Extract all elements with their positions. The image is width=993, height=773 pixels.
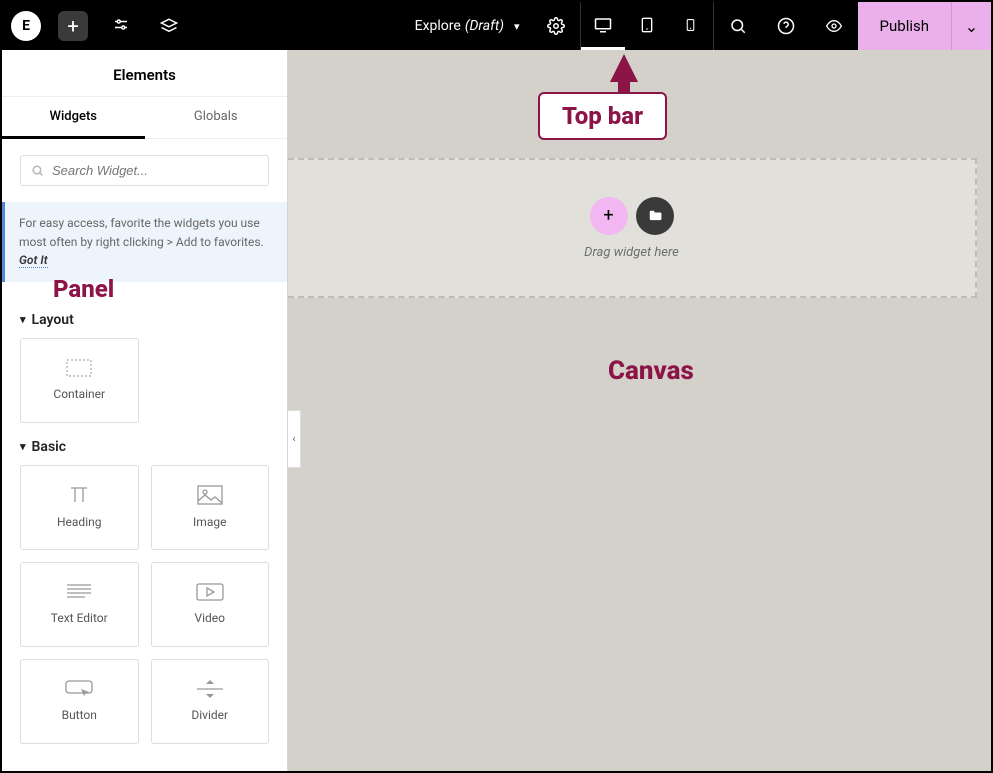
tip-text: For easy access, favorite the widgets yo…: [19, 216, 264, 249]
widget-label: Button: [62, 708, 97, 722]
top-bar: E + Explore (Draft) ▾: [2, 2, 991, 50]
settings-sliders-button[interactable]: [97, 2, 145, 50]
widget-text-editor[interactable]: Text Editor: [20, 562, 139, 647]
tab-globals[interactable]: Globals: [145, 97, 288, 138]
page-settings-button[interactable]: [532, 2, 580, 50]
publish-button[interactable]: Publish: [858, 2, 951, 50]
widget-search[interactable]: [20, 155, 269, 186]
layers-icon: [160, 17, 178, 35]
image-icon: [197, 485, 223, 505]
annotation-arrow: [610, 54, 638, 82]
panel-collapse-handle[interactable]: ‹: [288, 410, 301, 468]
widget-label: Divider: [191, 708, 228, 722]
drop-zone-label: Drag widget here: [584, 245, 679, 260]
device-mobile-button[interactable]: [669, 2, 713, 50]
widget-label: Heading: [57, 515, 102, 529]
gear-icon: [547, 17, 565, 35]
elements-panel: Elements Widgets Globals For easy access…: [2, 50, 288, 771]
widget-container[interactable]: Container: [20, 338, 139, 423]
annotation-canvas-label: Canvas: [608, 356, 694, 386]
widget-label: Text Editor: [51, 611, 108, 625]
publish-label: Publish: [880, 17, 929, 35]
structure-button[interactable]: [145, 2, 193, 50]
publish-options-button[interactable]: ⌄: [951, 2, 991, 50]
panel-title: Elements: [2, 50, 287, 97]
panel-tabs: Widgets Globals: [2, 97, 287, 139]
widget-label: Video: [194, 611, 225, 625]
widget-video[interactable]: Video: [151, 562, 270, 647]
widget-label: Image: [193, 515, 226, 529]
template-library-button[interactable]: [636, 197, 674, 235]
favorites-tip: For easy access, favorite the widgets yo…: [2, 202, 287, 282]
add-element-button[interactable]: +: [49, 2, 97, 50]
device-desktop-button[interactable]: [581, 2, 625, 50]
search-icon: [31, 164, 44, 177]
container-icon: [66, 359, 92, 377]
widget-search-input[interactable]: [52, 163, 258, 178]
text-editor-icon: [67, 583, 91, 601]
tip-dismiss-link[interactable]: Got It: [19, 253, 48, 268]
chevron-down-icon: ⌄: [965, 17, 978, 36]
plus-icon: +: [603, 205, 613, 226]
tablet-icon: [639, 15, 655, 35]
annotation-topbar-label: Top bar: [538, 92, 667, 140]
widget-divider[interactable]: Divider: [151, 659, 270, 744]
document-status: (Draft): [465, 18, 504, 34]
elementor-logo[interactable]: E: [11, 11, 41, 41]
desktop-icon: [593, 16, 613, 34]
canvas[interactable]: ‹ + Drag widget here Top bar Canvas: [288, 50, 991, 771]
video-icon: [196, 583, 224, 601]
mobile-icon: [684, 15, 697, 35]
tab-widgets[interactable]: Widgets: [2, 97, 145, 139]
heading-icon: [67, 485, 91, 505]
widget-image[interactable]: Image: [151, 465, 270, 550]
widget-heading[interactable]: Heading: [20, 465, 139, 550]
divider-icon: [197, 680, 223, 698]
device-tablet-button[interactable]: [625, 2, 669, 50]
section-basic-header[interactable]: Basic: [20, 423, 269, 465]
drop-zone[interactable]: + Drag widget here: [288, 158, 977, 298]
sliders-icon: [112, 17, 130, 35]
finder-search-button[interactable]: [714, 2, 762, 50]
chevron-down-icon: ▾: [514, 20, 520, 33]
plus-icon: +: [58, 11, 88, 41]
add-section-button[interactable]: +: [590, 197, 628, 235]
widget-label: Container: [53, 387, 105, 401]
help-icon: [777, 17, 795, 35]
preview-button[interactable]: [810, 2, 858, 50]
folder-icon: [647, 209, 663, 223]
annotation-panel-label: Panel: [53, 271, 114, 308]
eye-icon: [824, 18, 844, 34]
search-icon: [729, 17, 747, 35]
help-button[interactable]: [762, 2, 810, 50]
chevron-left-icon: ‹: [292, 434, 295, 445]
widget-button[interactable]: Button: [20, 659, 139, 744]
document-name: Explore: [415, 18, 461, 34]
document-title-dropdown[interactable]: Explore (Draft) ▾: [403, 2, 532, 50]
button-icon: [65, 680, 93, 698]
